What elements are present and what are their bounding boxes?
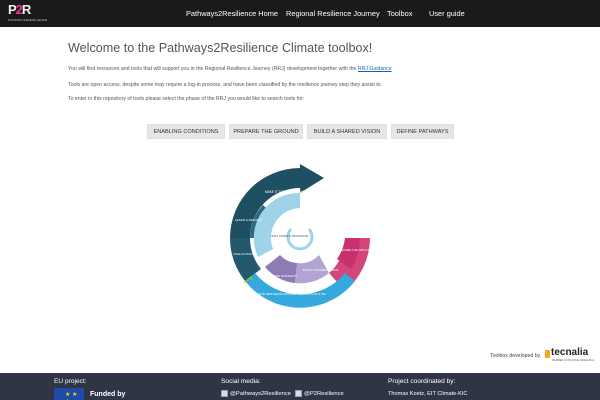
nav-regional-resilience-journey[interactable]: Regional Resilience Journey (286, 9, 380, 18)
page-title: Welcome to the Pathways2Resilience Clima… (68, 41, 373, 55)
tecnalia-dot-icon (545, 350, 550, 358)
phase-button-prepare-the-ground[interactable]: PREPARE THE GROUND (229, 124, 303, 139)
phase-button-build-a-shared-vision[interactable]: BUILD A SHARED VISION (307, 124, 387, 139)
nav-toolbox[interactable]: Toolbox (387, 9, 412, 18)
wheel-arrowhead (300, 164, 324, 193)
social-link-twitter[interactable]: @P2Resilience (295, 390, 344, 397)
resilience-journey-wheel: MAKE IT THE NEW NORMAL LEARN & REFLECT T… (230, 164, 373, 308)
enter-paragraph: To enter in this repository of tools ple… (68, 96, 305, 102)
rrj-guidance-link[interactable]: RRJ Guidance (358, 66, 392, 72)
social-image-icon (295, 390, 302, 397)
footer-social-heading: Social media: (221, 378, 261, 385)
social-link-instagram[interactable]: @Pathways2Resilience (221, 390, 291, 397)
label-strategy-band: CLIMATE RESILIENCE STRATEGY, ACTION PLAN… (253, 292, 326, 296)
access-paragraph: Tools are open access, despite some may … (68, 82, 383, 88)
label-just-transition: JUST CLIMATE TRANSITION (271, 234, 308, 238)
label-take-action: TAKE ACTION (233, 252, 253, 256)
top-navbar: P2R PATHWAYS2RESILIENCE Pathways2Resilie… (0, 0, 600, 27)
eu-flag-icon: ★ ★ ★ (54, 388, 84, 400)
tecnalia-tagline: MEMBER OF BASQUE RESEARCH (552, 359, 595, 362)
tecnalia-wordmark: tecnalia (551, 347, 589, 358)
nav-user-guide[interactable]: User guide (429, 9, 465, 18)
wheel-segment-define-purple[interactable] (265, 255, 297, 283)
logo-mark: P2R (8, 2, 31, 17)
label-learn-reflect: LEARN & REFLECT (235, 218, 263, 222)
label-prepare-ground: PREPARE THE GROUND (337, 248, 373, 252)
footer-eu-heading: EU project: (54, 378, 87, 385)
p2r-logo[interactable]: P2R PATHWAYS2RESILIENCE (8, 2, 48, 24)
coordinator-name: Thomas Koetz, EIT Climate-KIC (388, 391, 468, 397)
label-define-pathways: DEFINE PATHWAYS (269, 274, 297, 278)
logo-subtitle: PATHWAYS2RESILIENCE (8, 18, 48, 22)
funded-by-label: Funded by (90, 391, 126, 398)
tecnalia-logo[interactable]: tecnalia MEMBER OF BASQUE RESEARCH (545, 347, 595, 367)
intro-paragraph: You will find resources and tools that w… (68, 66, 392, 72)
phase-button-enabling-conditions[interactable]: ENABLING CONDITIONS (147, 124, 225, 139)
social-link-label: @Pathways2Resilience (230, 390, 291, 397)
nav-home[interactable]: Pathways2Resilience Home (186, 9, 278, 18)
footer-coord-heading: Project coordinated by: (388, 378, 456, 385)
intro-text: You will find resources and tools that w… (68, 66, 357, 72)
label-build-vision: BUILD A SHARED VISION (303, 268, 339, 272)
label-make-it-new-normal: MAKE IT THE NEW NORMAL (265, 190, 308, 194)
social-image-icon (221, 390, 228, 397)
toolbox-developed-by: Toolbox developed by (490, 353, 541, 359)
social-link-label: @P2Resilience (304, 390, 344, 397)
phase-button-define-pathways[interactable]: DEFINE PATHWAYS (391, 124, 454, 139)
eu-stars: ★ ★ ★ (65, 392, 78, 400)
